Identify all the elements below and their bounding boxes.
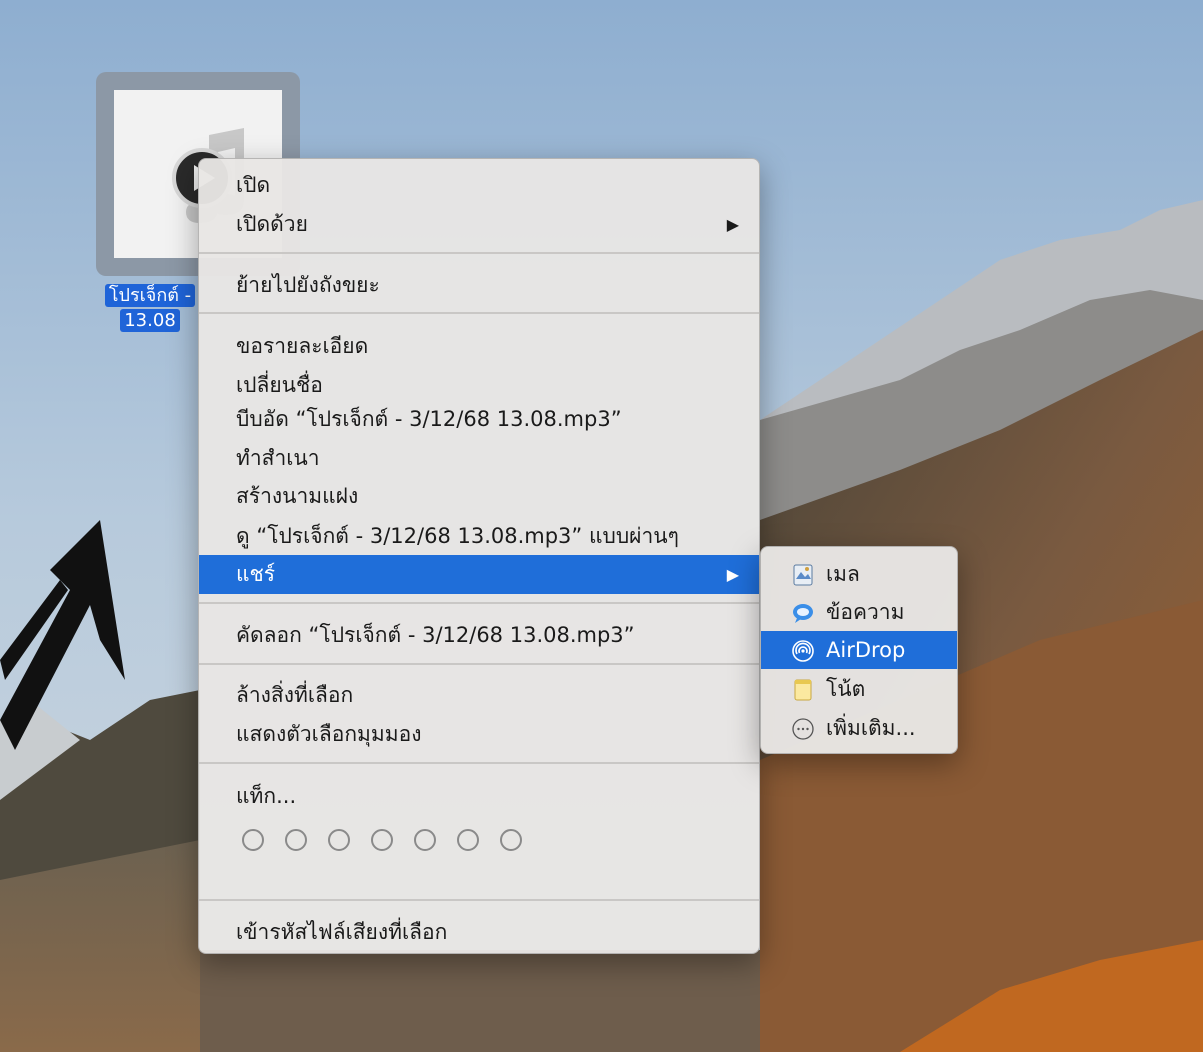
menu-item-make-alias[interactable]: สร้างนามแฝง xyxy=(199,477,759,516)
share-item-label: เพิ่มเติม... xyxy=(826,716,916,740)
menu-item-compress[interactable]: บีบอัด “โปรเจ็กต์ - 3/12/68 13.08.mp3” xyxy=(199,400,759,439)
menu-item-label: ล้างสิ่งที่เลือก xyxy=(236,683,354,707)
menu-item-move-to-trash[interactable]: ย้ายไปยังถังขยะ xyxy=(199,266,759,305)
menu-item-clean-up-selection[interactable]: ล้างสิ่งที่เลือก xyxy=(199,676,759,715)
tag-color-circle[interactable] xyxy=(500,829,522,851)
mail-icon xyxy=(793,564,813,586)
file-label-line2: 13.08 xyxy=(120,309,180,332)
menu-separator xyxy=(199,252,759,254)
menu-item-open[interactable]: เปิด xyxy=(199,166,759,205)
share-item-notes[interactable]: โน้ต xyxy=(761,670,957,708)
annotation-arrow-icon xyxy=(0,520,125,750)
menu-separator xyxy=(199,762,759,764)
share-item-label: โน้ต xyxy=(826,677,866,701)
menu-item-label: เข้ารหัสไฟล์เสียงที่เลือก xyxy=(236,920,448,944)
menu-item-label: เปลี่ยนชื่อ xyxy=(236,373,323,397)
menu-item-get-info[interactable]: ขอรายละเอียด xyxy=(199,327,759,366)
menu-item-label: สร้างนามแฝง xyxy=(236,484,359,508)
tag-color-circle[interactable] xyxy=(285,829,307,851)
notes-icon xyxy=(794,679,812,701)
share-item-messages[interactable]: ข้อความ xyxy=(761,593,957,631)
menu-item-label: แชร์ xyxy=(236,562,276,586)
menu-item-label: แสดงตัวเลือกมุมมอง xyxy=(236,722,422,746)
submenu-arrow-icon: ▶ xyxy=(726,215,739,234)
submenu-arrow-icon: ▶ xyxy=(726,565,739,584)
menu-item-show-view-options[interactable]: แสดงตัวเลือกมุมมอง xyxy=(199,715,759,754)
menu-item-label: เปิดด้วย xyxy=(236,212,308,236)
share-item-label: ข้อความ xyxy=(826,600,905,624)
menu-separator xyxy=(199,312,759,314)
context-menu: เปิด เปิดด้วย ▶ ย้ายไปยังถังขยะ ขอรายละเ… xyxy=(198,158,760,954)
menu-item-label: ขอรายละเอียด xyxy=(236,334,369,358)
messages-icon xyxy=(793,604,813,623)
menu-item-label: เปิด xyxy=(236,173,271,197)
menu-item-label: บีบอัด “โปรเจ็กต์ - 3/12/68 13.08.mp3” xyxy=(236,407,622,431)
more-icon xyxy=(792,718,814,740)
menu-item-open-with[interactable]: เปิดด้วย ▶ xyxy=(199,205,759,244)
menu-item-label: ทำสำเนา xyxy=(236,446,320,470)
share-item-mail[interactable]: เมล xyxy=(761,555,957,593)
menu-item-tags[interactable]: แท็ก... xyxy=(199,777,759,816)
menu-item-label: ดู “โปรเจ็กต์ - 3/12/68 13.08.mp3” แบบผ่… xyxy=(236,524,679,548)
menu-item-label: แท็ก... xyxy=(236,784,297,808)
menu-separator xyxy=(199,602,759,604)
tag-color-circle[interactable] xyxy=(414,829,436,851)
desktop-file-label[interactable]: โปรเจ็กต์ - 13.08 xyxy=(98,283,202,333)
tag-color-circle[interactable] xyxy=(457,829,479,851)
menu-item-label: ย้ายไปยังถังขยะ xyxy=(236,273,380,297)
file-label-line1: โปรเจ็กต์ - xyxy=(104,284,196,307)
menu-separator xyxy=(199,663,759,665)
airdrop-icon xyxy=(792,640,814,662)
share-item-more[interactable]: เพิ่มเติม... xyxy=(761,709,957,747)
tag-color-circle[interactable] xyxy=(371,829,393,851)
menu-item-encode-audio[interactable]: เข้ารหัสไฟล์เสียงที่เลือก xyxy=(199,913,759,952)
menu-item-duplicate[interactable]: ทำสำเนา xyxy=(199,439,759,478)
tag-color-circle[interactable] xyxy=(328,829,350,851)
share-item-label: เมล xyxy=(826,562,860,586)
menu-item-share[interactable]: แชร์ ▶ xyxy=(199,555,759,594)
tag-color-row xyxy=(242,829,542,857)
share-item-airdrop[interactable]: AirDrop xyxy=(761,631,957,669)
tag-color-circle[interactable] xyxy=(242,829,264,851)
menu-item-copy[interactable]: คัดลอก “โปรเจ็กต์ - 3/12/68 13.08.mp3” xyxy=(199,616,759,655)
menu-item-quick-look[interactable]: ดู “โปรเจ็กต์ - 3/12/68 13.08.mp3” แบบผ่… xyxy=(199,517,759,556)
menu-separator xyxy=(199,899,759,901)
share-item-label: AirDrop xyxy=(826,638,906,662)
menu-item-label: คัดลอก “โปรเจ็กต์ - 3/12/68 13.08.mp3” xyxy=(236,623,635,647)
share-submenu: เมล ข้อความ AirDrop โน้ต เพิ่มเติม... xyxy=(760,546,958,754)
